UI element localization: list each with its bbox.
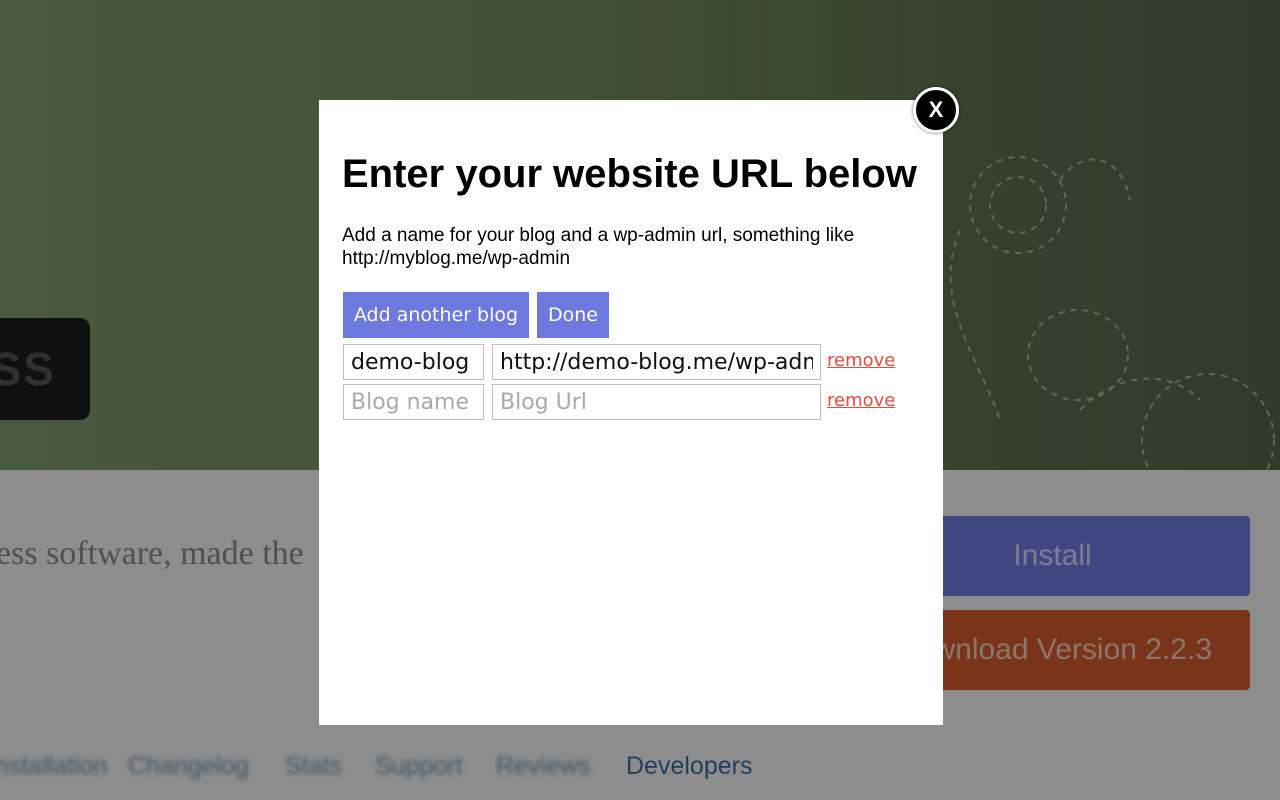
- blog-url-input[interactable]: [492, 384, 821, 420]
- remove-link[interactable]: remove: [827, 390, 895, 411]
- blog-row: remove: [343, 384, 923, 420]
- close-modal-button[interactable]: X: [913, 87, 959, 133]
- add-another-blog-button[interactable]: Add another blog: [343, 292, 529, 338]
- blog-row: remove: [343, 344, 923, 380]
- modal-description: Add a name for your blog and a wp-admin …: [342, 225, 855, 269]
- add-blog-modal: Enter your website URL below Add a name …: [319, 100, 943, 725]
- blog-url-input[interactable]: [492, 344, 821, 380]
- blog-name-input[interactable]: [343, 384, 484, 420]
- close-icon: X: [928, 97, 944, 122]
- blog-name-input[interactable]: [343, 344, 484, 380]
- remove-link[interactable]: remove: [827, 350, 895, 371]
- done-button[interactable]: Done: [537, 292, 609, 338]
- modal-title: Enter your website URL below: [342, 152, 917, 196]
